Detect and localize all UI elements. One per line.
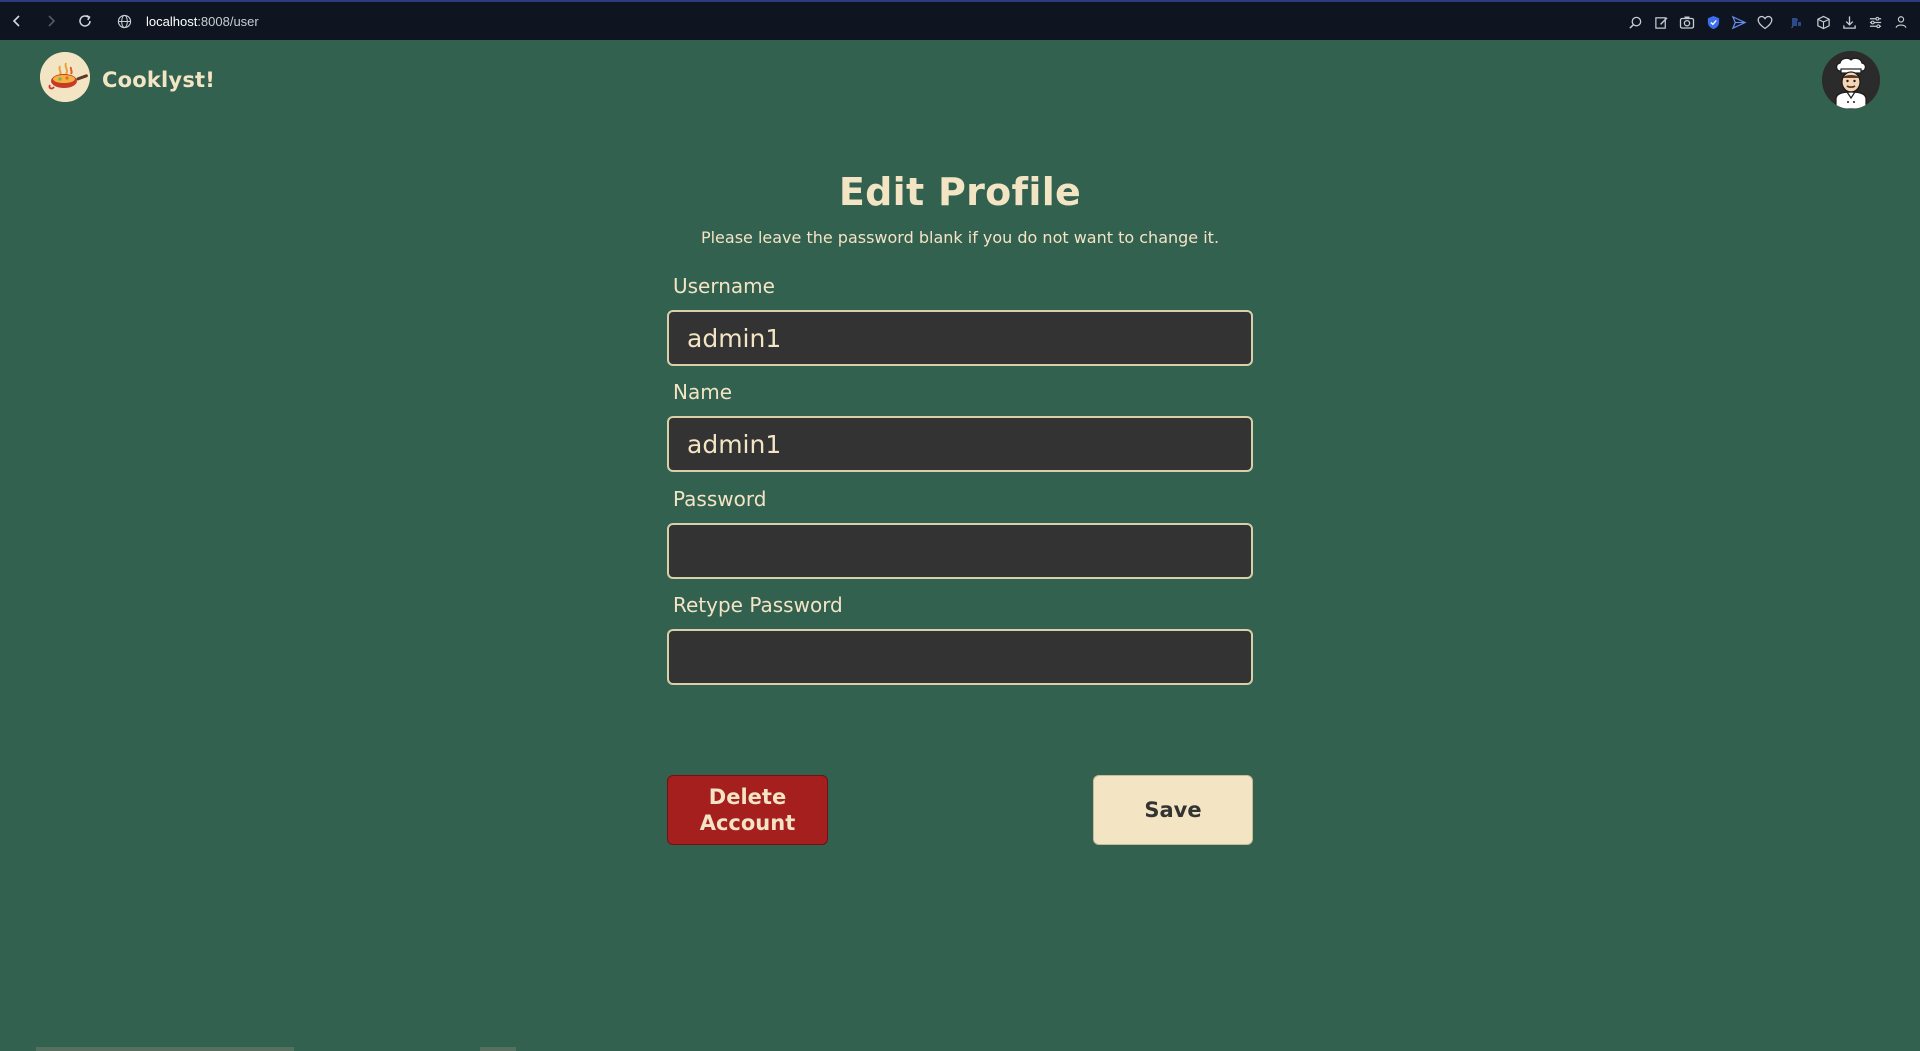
username-field[interactable]: [667, 310, 1253, 366]
save-label: Save: [1144, 798, 1202, 822]
globe-icon: [112, 1, 136, 41]
delete-account-label: Delete Account: [699, 785, 796, 835]
cooking-pan-icon[interactable]: [40, 52, 90, 102]
download-icon[interactable]: [1836, 2, 1862, 42]
name-label: Name: [673, 380, 733, 404]
url-host: localhost: [146, 13, 198, 29]
name-field[interactable]: [667, 416, 1253, 472]
browser-toolbar: localhost:8008/user 𝓯: [0, 0, 1920, 40]
back-icon[interactable]: [0, 1, 34, 41]
scrollbar-thumb[interactable]: [480, 1047, 516, 1051]
username-label: Username: [673, 274, 775, 298]
zoom-icon[interactable]: [1622, 2, 1648, 42]
horizontal-scrollbar[interactable]: [36, 1047, 294, 1051]
save-button[interactable]: Save: [1093, 775, 1253, 845]
page-subtitle: Please leave the password blank if you d…: [700, 228, 1220, 247]
reload-icon[interactable]: [68, 1, 102, 41]
chef-avatar-icon[interactable]: [1822, 51, 1880, 109]
page-title: Edit Profile: [838, 170, 1082, 214]
app-header: Cooklyst!: [0, 40, 1920, 122]
camera-icon[interactable]: [1674, 2, 1700, 42]
password-label: Password: [673, 487, 767, 511]
edit-icon[interactable]: [1648, 2, 1674, 42]
retype-password-field[interactable]: [667, 629, 1253, 685]
account-icon[interactable]: [1888, 2, 1914, 42]
retype-password-label: Retype Password: [673, 593, 843, 617]
url-path: :8008/user: [197, 13, 259, 29]
cube-icon[interactable]: [1810, 2, 1836, 42]
forward-icon[interactable]: [34, 1, 68, 41]
extension-icon[interactable]: 𝓯: [1784, 2, 1810, 42]
brand-name[interactable]: Cooklyst!: [102, 68, 215, 92]
shield-icon[interactable]: [1700, 2, 1726, 42]
menu-icon[interactable]: [1862, 2, 1888, 42]
delete-account-button[interactable]: Delete Account: [667, 775, 828, 845]
send-icon[interactable]: [1726, 2, 1752, 42]
heart-icon[interactable]: [1752, 2, 1778, 42]
address-bar[interactable]: localhost:8008/user: [146, 14, 259, 29]
password-field[interactable]: [667, 523, 1253, 579]
